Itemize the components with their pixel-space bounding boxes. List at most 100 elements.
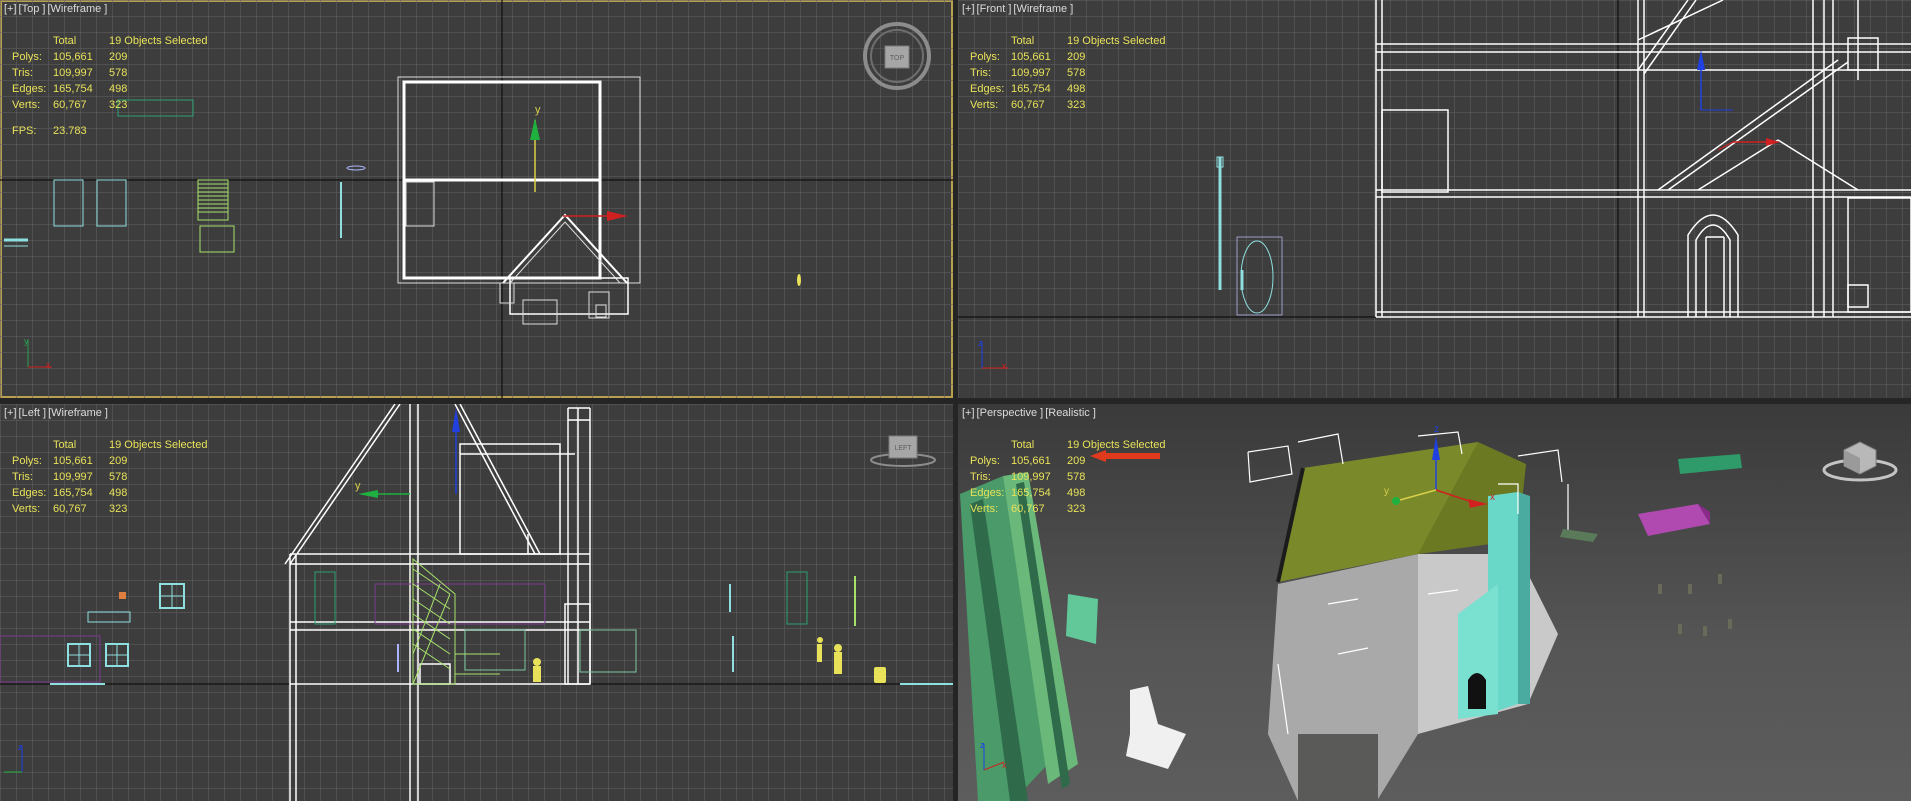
viewport-shading-mode[interactable]: [Wireframe ] [48, 407, 108, 419]
stats-label: Verts: [12, 503, 41, 515]
viewport-view-name[interactable]: [Front ] [977, 3, 1012, 15]
stats-total-header: Total [53, 439, 77, 451]
scene-statistics: Total 19 Objects Selected Polys: 105,661 20… [970, 33, 1165, 113]
tripod-x-label: x [1002, 361, 1007, 371]
stats-label: Verts: [970, 99, 999, 111]
view-cube-top-label: TOP [890, 55, 905, 62]
view-cube-top[interactable]: TOP [860, 22, 934, 94]
viewport-menu-plus[interactable]: [+] [962, 3, 975, 15]
tripod-z-label: z [18, 742, 23, 752]
gizmo-y-label: y [1384, 486, 1389, 497]
tripod-x-label: x [46, 360, 51, 370]
gizmo-z-label: z [1434, 424, 1439, 435]
viewport-shading-mode[interactable]: [Realistic ] [1045, 407, 1096, 419]
viewport-menu-plus[interactable]: [+] [4, 407, 17, 419]
stats-label: Polys: [12, 455, 42, 467]
viewport-menu-plus[interactable]: [+] [4, 3, 17, 15]
stats-total-header: Total [1011, 35, 1035, 47]
stats-selected: 209 [109, 51, 128, 63]
stats-total: 105,661 [53, 51, 93, 63]
stats-selected: 498 [109, 487, 128, 499]
stats-label: Edges: [12, 83, 47, 95]
stats-selected: 578 [109, 471, 128, 483]
stats-selected: 498 [1067, 83, 1086, 95]
stats-total: 60,767 [1011, 503, 1045, 515]
fps-label: FPS: [12, 125, 37, 137]
gizmo-x-label: x [1490, 492, 1495, 503]
view-cube-left-label: LEFT [894, 445, 912, 452]
viewport-shading-mode[interactable]: [Wireframe ] [47, 3, 107, 15]
gizmo-y-label: y [535, 104, 541, 116]
viewport-view-name[interactable]: [Left ] [19, 407, 47, 419]
stats-selected: 209 [1067, 455, 1086, 467]
viewport-label[interactable]: [+] [Front ] [Wireframe ] [962, 3, 1075, 15]
stats-label: Tris: [12, 471, 33, 483]
stats-total: 109,997 [53, 67, 93, 79]
viewport-label[interactable]: [+] [Left ] [Wireframe ] [4, 407, 110, 419]
stats-selected-header: 19 Objects Selected [109, 35, 208, 47]
scene-statistics: Total 19 Objects Selected Polys: 105,661 20… [12, 33, 207, 139]
stats-total: 109,997 [53, 471, 93, 483]
stats-label: Edges: [970, 487, 1005, 499]
viewport-label[interactable]: [+] [Top ] [Wireframe ] [4, 3, 109, 15]
stats-total-header: Total [53, 35, 77, 47]
scene-statistics: Total 19 Objects Selected Polys: 105,661 20… [12, 437, 207, 517]
stats-total: 165,754 [53, 83, 93, 95]
stats-selected: 323 [1067, 503, 1086, 515]
stats-selected-header: 19 Objects Selected [1067, 35, 1166, 47]
stats-total: 109,997 [1011, 471, 1051, 483]
viewport-view-name[interactable]: [Top ] [19, 3, 46, 15]
stats-label: Verts: [970, 503, 999, 515]
stats-label: Tris: [970, 471, 991, 483]
stats-selected: 578 [109, 67, 128, 79]
viewport-label[interactable]: [+] [Perspective ] [Realistic ] [962, 407, 1098, 419]
viewport-top[interactable]: y y x TOP [+] [Top ] [Wireframe ] Total … [0, 0, 953, 398]
stats-selected-header: 19 Objects Selected [109, 439, 208, 451]
viewport-divider-horizontal[interactable] [0, 398, 1911, 404]
stats-selected: 323 [109, 99, 128, 111]
view-cube-left[interactable]: LEFT [870, 434, 936, 470]
stats-selected-header: 19 Objects Selected [1067, 439, 1166, 451]
stats-selected: 498 [1067, 487, 1086, 499]
stats-label: Polys: [970, 455, 1000, 467]
stats-selected: 578 [1067, 471, 1086, 483]
scene-statistics: Total 19 Objects Selected Polys: 105,661 20… [970, 437, 1165, 517]
viewport-view-name[interactable]: [Perspective ] [977, 407, 1044, 419]
stats-selected: 578 [1067, 67, 1086, 79]
stats-total: 109,997 [1011, 67, 1051, 79]
stats-label: Polys: [12, 51, 42, 63]
stats-selected: 323 [1067, 99, 1086, 111]
stats-total: 165,754 [1011, 83, 1051, 95]
stats-total: 105,661 [1011, 455, 1051, 467]
stats-selected: 323 [109, 503, 128, 515]
stats-label: Verts: [12, 99, 41, 111]
stats-label: Tris: [970, 67, 991, 79]
stats-total: 60,767 [53, 503, 87, 515]
stats-selected: 209 [109, 455, 128, 467]
stats-total: 105,661 [1011, 51, 1051, 63]
tripod-y-label: y [24, 336, 29, 346]
stats-total: 60,767 [53, 99, 87, 111]
stats-total: 165,754 [53, 487, 93, 499]
gizmo-y-label: y [355, 480, 361, 492]
stats-total: 165,754 [1011, 487, 1051, 499]
tripod-z-label: z [978, 338, 983, 348]
stats-label: Polys: [970, 51, 1000, 63]
tripod-x-label: x [1002, 760, 1007, 770]
viewport-menu-plus[interactable]: [+] [962, 407, 975, 419]
view-cube-perspective[interactable] [1820, 436, 1900, 484]
fps-value: 23.783 [53, 125, 87, 137]
stats-label: Edges: [970, 83, 1005, 95]
viewport-left[interactable]: y z LEFT [+] [Left ] [Wireframe] Total … [0, 404, 953, 801]
stats-label: Edges: [12, 487, 47, 499]
stats-selected: 209 [1067, 51, 1086, 63]
tripod-z-label: z [980, 740, 985, 750]
stats-total-header: Total [1011, 439, 1035, 451]
stats-total: 60,767 [1011, 99, 1045, 111]
stats-label: Tris: [12, 67, 33, 79]
stats-total: 105,661 [53, 455, 93, 467]
viewport-shading-mode[interactable]: [Wireframe ] [1013, 3, 1073, 15]
viewport-front[interactable]: z x [+] [Front ] [Wireframe ] Total 19 Obje… [958, 0, 1911, 398]
viewport-perspective[interactable]: z x y z x [+] [Perspective ] [Realistic … [958, 404, 1911, 801]
stats-selected: 498 [109, 83, 128, 95]
